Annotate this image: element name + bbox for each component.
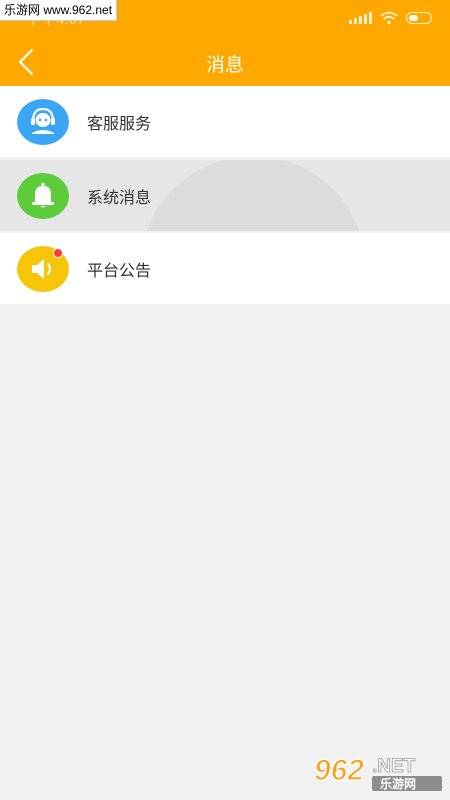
list-item-system-messages[interactable]: 系统消息: [0, 159, 450, 231]
list-item-customer-service[interactable]: 客服服务: [0, 86, 450, 157]
watermark-text: 乐游网 www.962.net: [0, 0, 118, 21]
status-icons: [349, 11, 432, 25]
list-item-platform-announcements[interactable]: 平台公告: [0, 233, 450, 304]
svg-text:.NET: .NET: [372, 756, 416, 777]
customer-service-icon: [17, 99, 69, 145]
bell-icon: [17, 172, 69, 219]
page-title: 消息: [205, 54, 244, 76]
item-label: 系统消息: [87, 187, 152, 207]
item-label: 客服服务: [87, 114, 152, 133]
svg-text:乐游网: 乐游网: [380, 776, 416, 791]
message-list: 客服服务 系统消息 平台公告: [0, 86, 450, 307]
signal-icon: [349, 12, 372, 24]
unread-badge: [53, 248, 63, 258]
wifi-icon: [380, 11, 398, 25]
watermark-logo: 962 .NET 乐游网: [313, 753, 442, 791]
app-header: 下午4:07 乐游网 www.962.net 消息: [0, 0, 450, 86]
battery-icon: [406, 12, 432, 24]
ripple-effect: [140, 159, 366, 231]
svg-text:962: 962: [314, 754, 364, 787]
item-label: 平台公告: [87, 261, 152, 280]
